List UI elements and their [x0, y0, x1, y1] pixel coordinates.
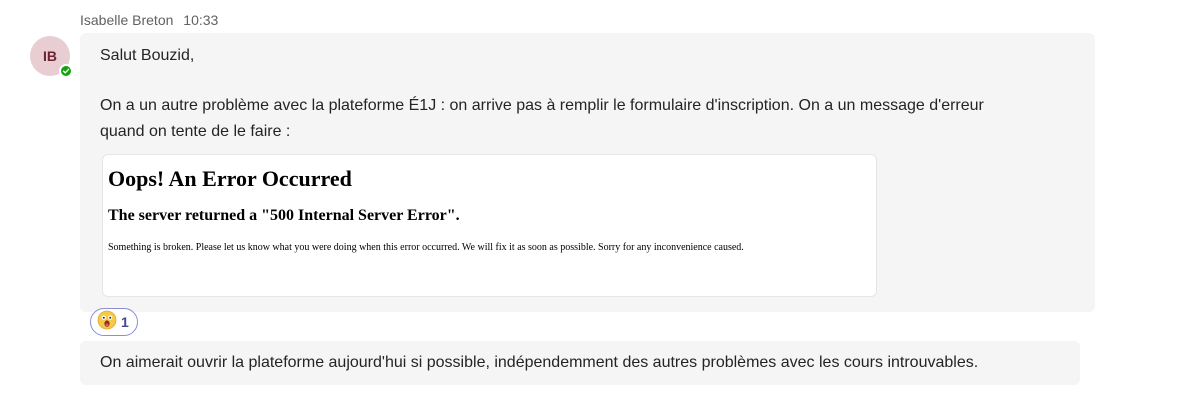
error-description: Something is broken. Please let us know …: [108, 242, 744, 253]
error-screenshot[interactable]: Oops! An Error Occurred The server retur…: [102, 154, 877, 297]
error-subtitle: The server returned a "500 Internal Serv…: [108, 207, 460, 224]
reaction-count: 1: [121, 314, 129, 330]
message-body-line: quand on tente de le faire :: [100, 123, 291, 140]
message-timestamp: 10:33: [183, 12, 219, 28]
chat-thread: Isabelle Breton 10:33 IB Salut Bouzid, O…: [0, 0, 1188, 402]
followup-message-text: On aimerait ouvrir la plateforme aujourd…: [100, 354, 979, 371]
message-header: Isabelle Breton 10:33: [80, 12, 218, 28]
surprised-face-icon: [97, 310, 117, 335]
reaction-pill[interactable]: 1: [90, 308, 138, 336]
followup-message-bubble[interactable]: On aimerait ouvrir la plateforme aujourd…: [80, 341, 1080, 385]
presence-available-icon: [59, 64, 73, 78]
author-name[interactable]: Isabelle Breton: [80, 12, 173, 28]
message-bubble[interactable]: Salut Bouzid, On a un autre problème ave…: [80, 33, 1095, 312]
message-greeting: Salut Bouzid,: [100, 47, 195, 64]
avatar-initials: IB: [43, 48, 57, 64]
error-title: Oops! An Error Occurred: [108, 166, 352, 191]
avatar[interactable]: IB: [30, 36, 73, 78]
message-body-line: On a un autre problème avec la plateform…: [100, 97, 984, 114]
